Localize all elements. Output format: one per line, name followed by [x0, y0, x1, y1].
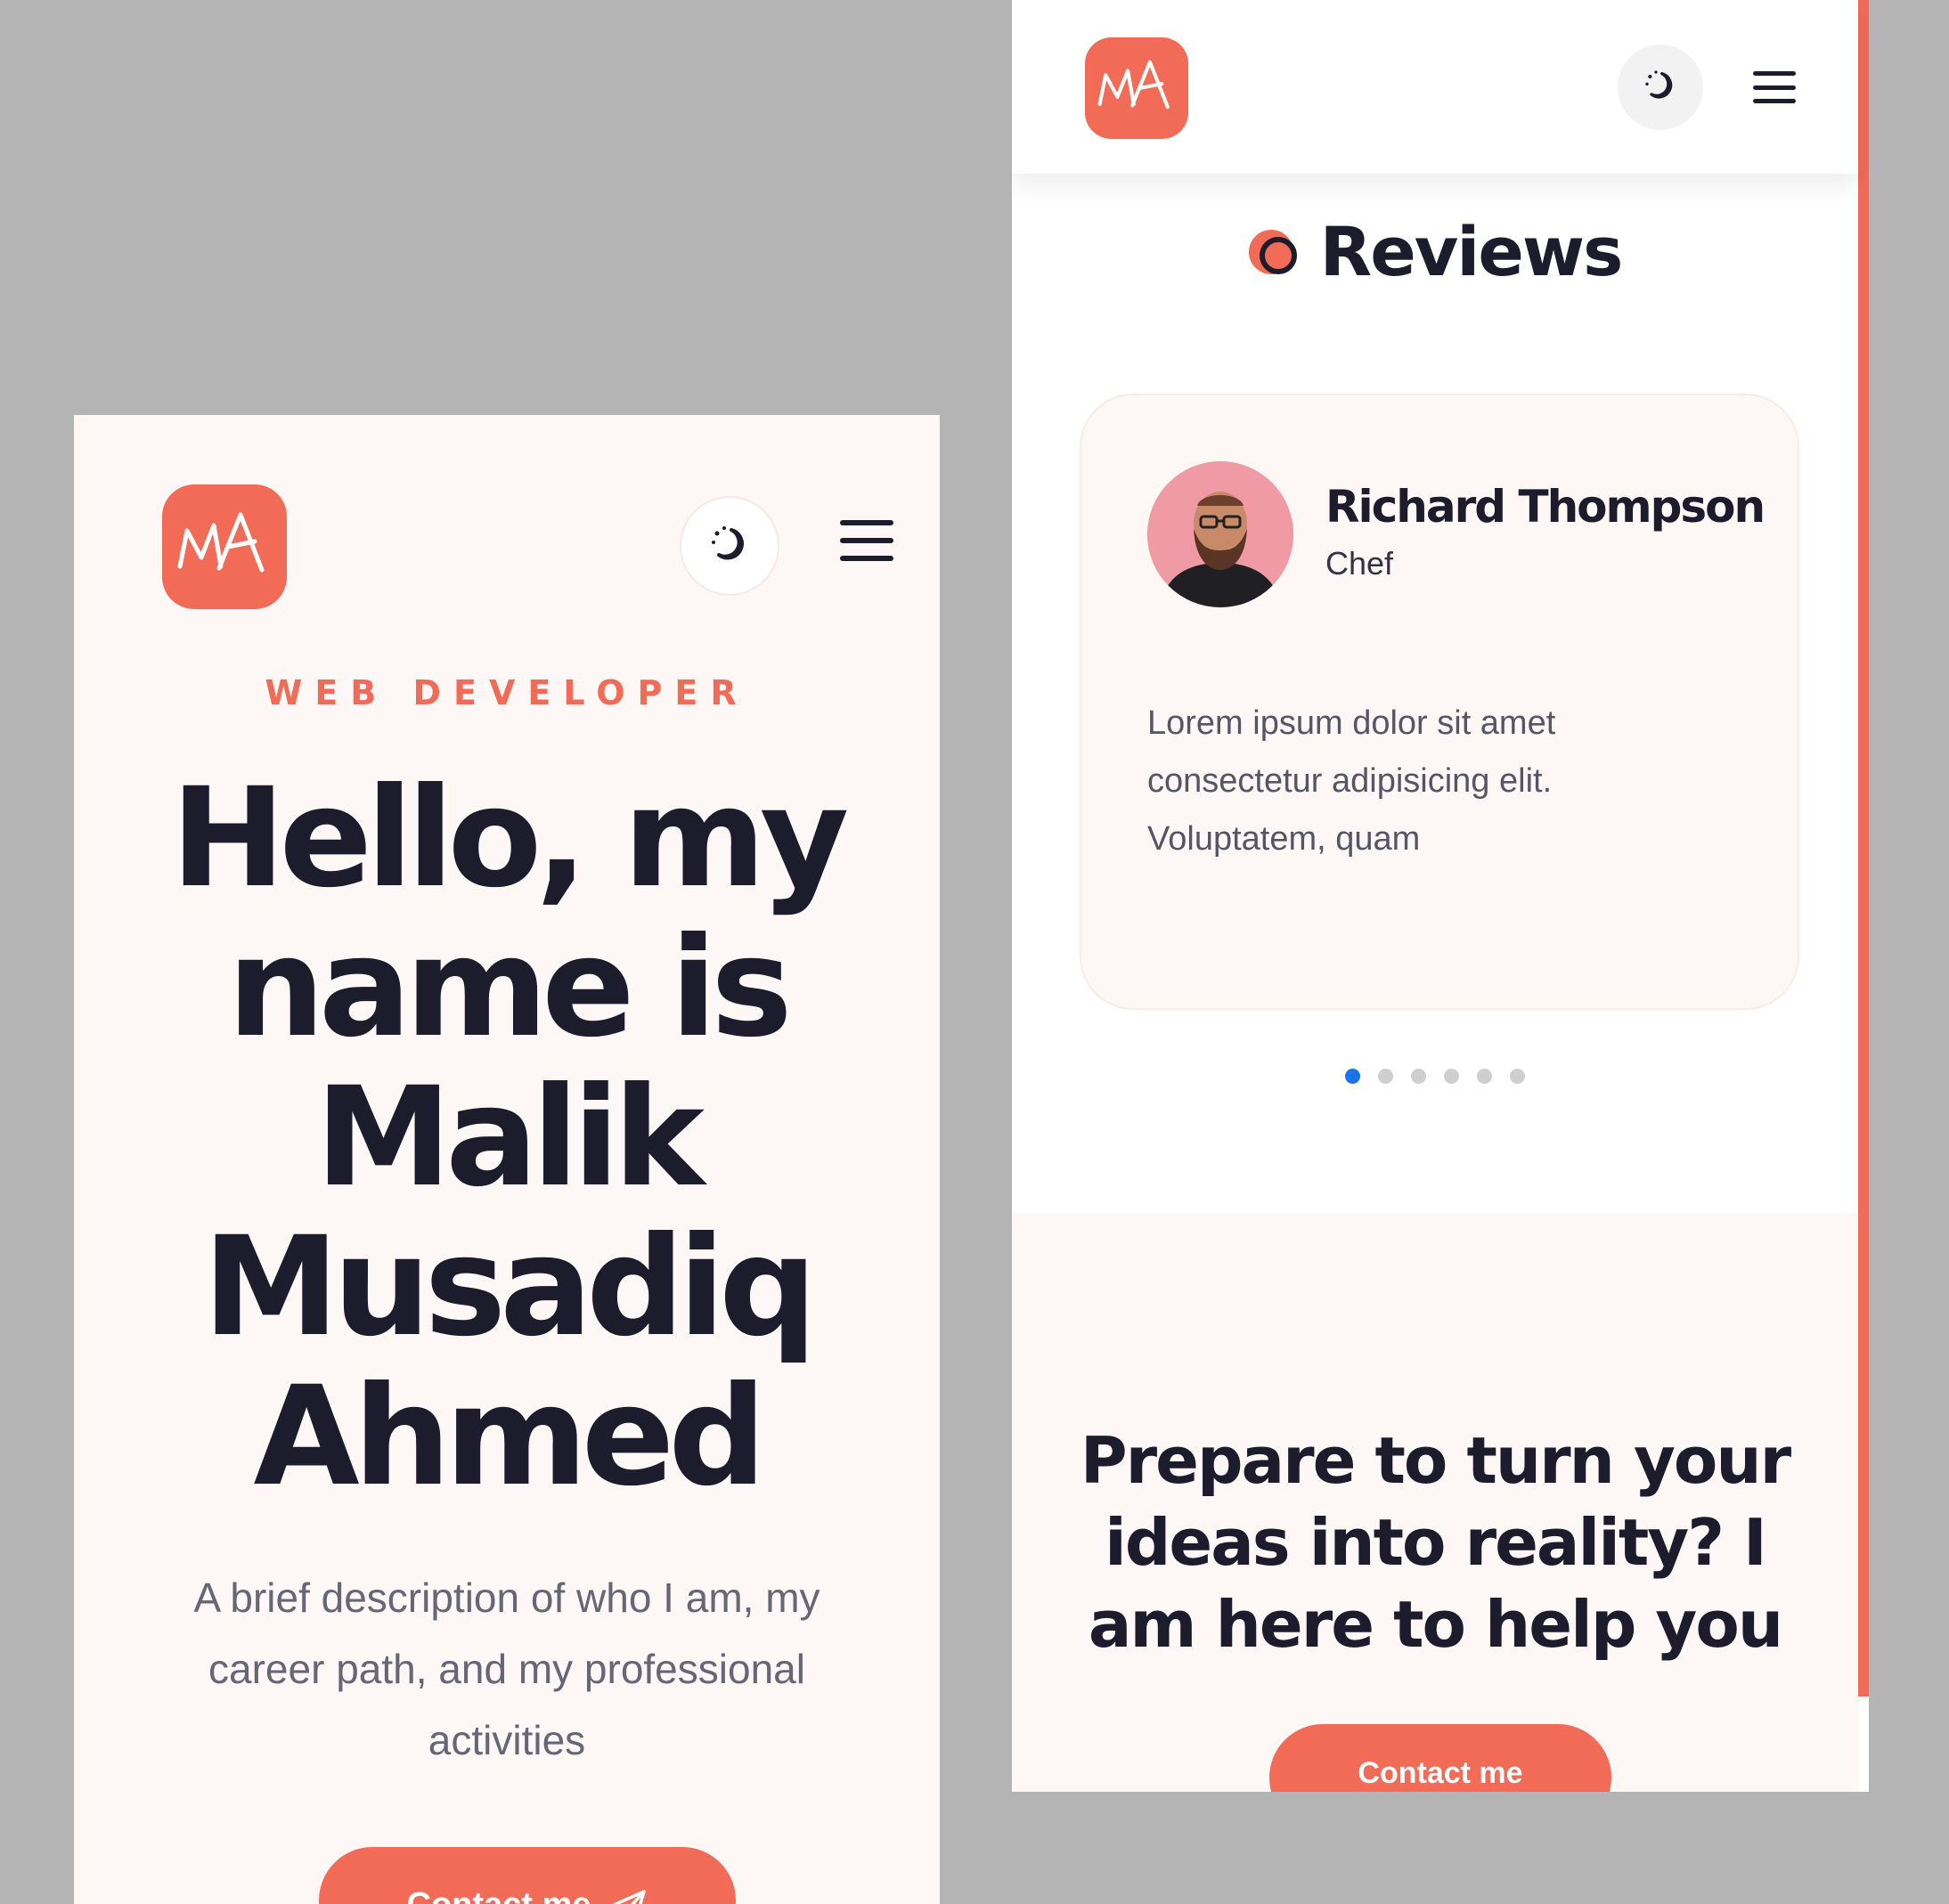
hero-description: A brief description of who I am, my care… [193, 1574, 820, 1763]
hero-title-line: Hello, my [170, 759, 850, 918]
review-card: Richard Thompson Chef Lorem ipsum dolor … [1080, 394, 1799, 1010]
mobile-hero-screen: WEB DEVELOPER Hello, my name is Malik Mu… [74, 415, 940, 1904]
reviews-section-title: Reviews [1012, 212, 1858, 291]
hamburger-menu-icon[interactable] [840, 520, 893, 561]
mobile-reviews-screen: Reviews Richard Thompson Chef Lorem ipsu… [1012, 0, 1869, 1792]
hero-title-line: Malik [314, 1058, 705, 1217]
reviewer-role: Chef [1325, 545, 1394, 582]
avatar [1147, 461, 1293, 607]
bullet-dot-icon [1248, 229, 1297, 274]
contact-button-label: Contact me [1358, 1756, 1523, 1790]
contact-button[interactable]: Contact me [1269, 1724, 1611, 1792]
carousel-dot[interactable] [1510, 1069, 1525, 1084]
top-navbar [1012, 0, 1858, 174]
hero-title-line: Ahmed [253, 1357, 767, 1517]
cta-title: Prepare to turn your ideas into reality?… [1080, 1423, 1791, 1662]
carousel-dot[interactable] [1345, 1069, 1360, 1084]
cta-section: Prepare to turn your ideas into reality?… [1012, 1213, 1858, 1792]
carousel-pagination [1012, 1069, 1858, 1084]
hero-title: Hello, my name is Malik Musadiq Ahmed [110, 764, 904, 1512]
ma-logo[interactable] [162, 484, 287, 609]
moon-stars-icon [1643, 68, 1678, 107]
hamburger-menu-icon[interactable] [1753, 71, 1796, 103]
theme-toggle-button[interactable] [680, 496, 779, 596]
hero-title-line: name is [227, 908, 793, 1068]
carousel-dot[interactable] [1411, 1069, 1426, 1084]
paper-plane-icon [608, 1886, 648, 1904]
ma-logo[interactable] [1085, 37, 1188, 139]
scrollbar[interactable] [1858, 0, 1869, 1697]
carousel-dot[interactable] [1444, 1069, 1459, 1084]
hero-title-line: Musadiq [202, 1208, 818, 1367]
review-text: Lorem ipsum dolor sit amet consectetur a… [1147, 704, 1556, 858]
hero-contact-button[interactable]: Contact me [319, 1847, 736, 1904]
carousel-dot[interactable] [1378, 1069, 1393, 1084]
carousel-dot[interactable] [1477, 1069, 1492, 1084]
role-eyebrow: WEB DEVELOPER [265, 673, 749, 712]
theme-toggle-button[interactable] [1618, 45, 1703, 130]
hero-contact-label: Contact me [407, 1886, 591, 1904]
moon-stars-icon [708, 523, 751, 569]
reviews-heading: Reviews [1319, 212, 1624, 291]
reviewer-name: Richard Thompson [1325, 481, 1766, 533]
